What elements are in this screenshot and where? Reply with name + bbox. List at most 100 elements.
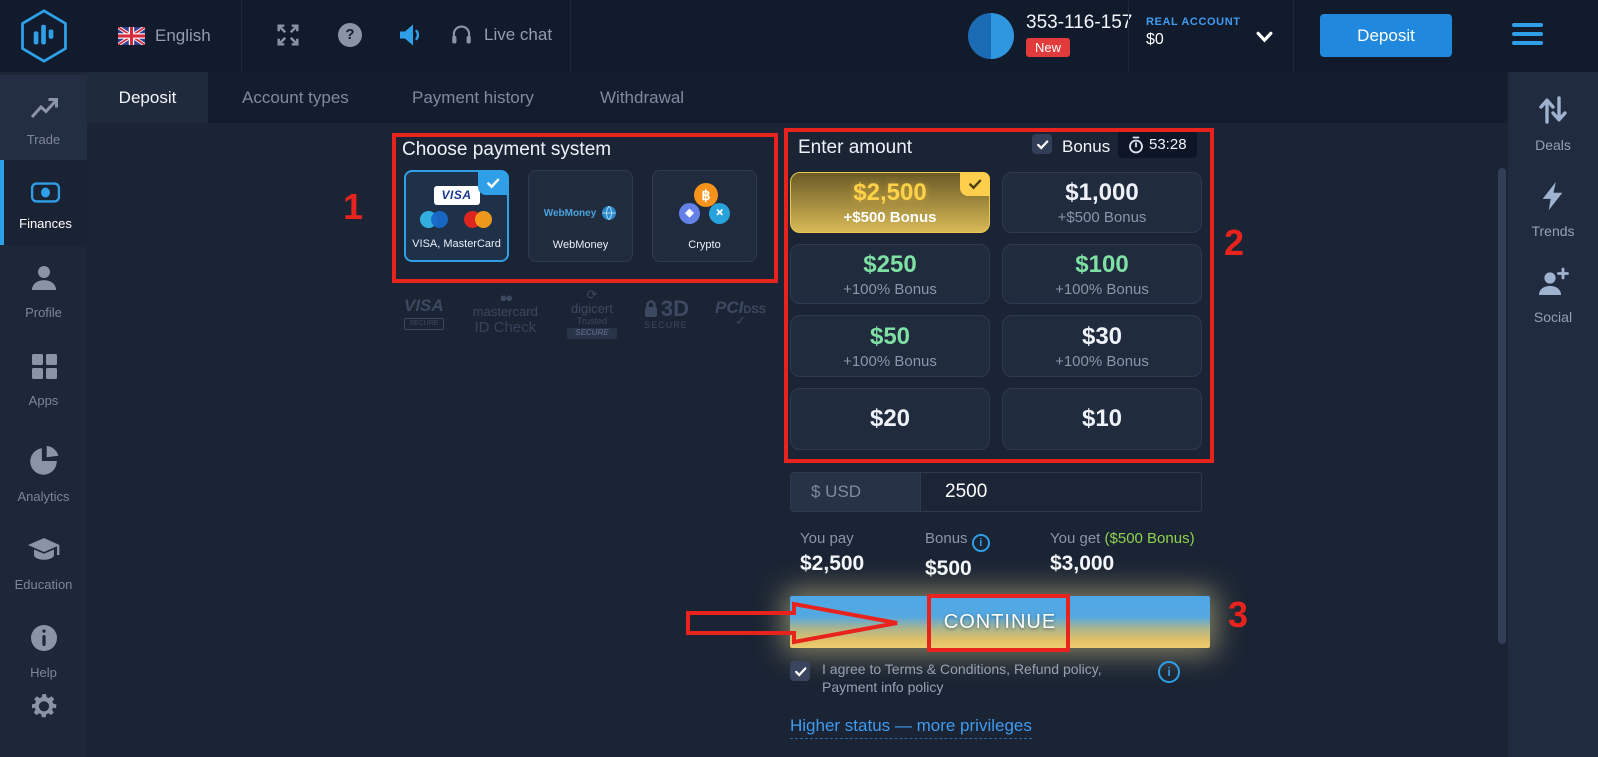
- amount-option-10[interactable]: $10: [1002, 388, 1202, 450]
- topbar-divider: [1293, 0, 1294, 72]
- top-bar: English ? Live chat 353-116-157 New: [0, 0, 1598, 72]
- menu-button[interactable]: [1512, 23, 1543, 45]
- sidebar-item-settings[interactable]: [0, 686, 87, 736]
- speaker-icon: [398, 22, 424, 48]
- amount-option-20[interactable]: $20: [790, 388, 990, 450]
- amount-input[interactable]: [921, 473, 1201, 511]
- deals-arrows-icon: [1536, 94, 1570, 126]
- sidebar-label-social: Social: [1508, 309, 1598, 325]
- amount-options-grid: $2,500 +$500 Bonus $1,000 +$500 Bonus $2…: [790, 172, 1202, 450]
- sidebar-label-deals: Deals: [1508, 137, 1598, 153]
- amount-value: $20: [870, 405, 910, 433]
- amount-bonus: +$500 Bonus: [844, 209, 937, 226]
- payment-method-visa-mastercard[interactable]: VISA VISA, MasterCard: [404, 170, 509, 262]
- annotation-number-1: 1: [343, 186, 363, 228]
- maestro-logo-icon: [420, 211, 450, 228]
- account-balance: $0: [1146, 31, 1241, 49]
- account-type-label: REAL ACCOUNT: [1146, 16, 1241, 28]
- sidebar-label-trends: Trends: [1508, 223, 1598, 239]
- amount-value: $50: [870, 323, 910, 351]
- currency-selector[interactable]: $ USD: [791, 473, 921, 511]
- agree-terms-text: I agree to Terms & Conditions, Refund po…: [822, 660, 1160, 696]
- amount-value: $100: [1075, 251, 1128, 279]
- finances-tab-bar: Deposit Account types Payment history Wi…: [87, 72, 1508, 123]
- sidebar-item-trade[interactable]: Trade: [0, 75, 87, 160]
- mastercard-logo-icon: [464, 211, 494, 228]
- payment-method-label: Crypto: [653, 239, 756, 251]
- sidebar-item-trends[interactable]: Trends: [1508, 180, 1598, 239]
- topbar-divider: [570, 0, 571, 72]
- amount-option-250[interactable]: $250 +100% Bonus: [790, 244, 990, 304]
- bonus-checkbox[interactable]: [1032, 134, 1052, 154]
- digicert-badge: ⟳ digicert Trusted SECURE: [567, 288, 617, 339]
- sidebar-item-help[interactable]: Help: [0, 614, 87, 694]
- payment-method-webmoney[interactable]: WebMoney WebMoney: [528, 170, 633, 262]
- annotation-number-3: 3: [1228, 594, 1248, 636]
- padlock-icon: [643, 299, 659, 319]
- account-id-block[interactable]: 353-116-157 New: [1026, 12, 1132, 57]
- you-pay-label: You pay: [800, 530, 864, 547]
- sidebar-item-analytics[interactable]: Analytics: [0, 438, 87, 518]
- trust-badges: VISA SECURE ●● mastercard ID Check ⟳ dig…: [404, 288, 766, 339]
- amount-option-30[interactable]: $30 +100% Bonus: [1002, 315, 1202, 377]
- amount-option-50[interactable]: $50 +100% Bonus: [790, 315, 990, 377]
- left-sidebar: Trade Finances Profile Apps Analytics: [0, 72, 87, 757]
- help-button[interactable]: ?: [338, 23, 362, 47]
- annotation-arrow-right: [684, 599, 904, 647]
- you-get-label: You get ($500 Bonus): [1050, 530, 1195, 547]
- bonus-column-label: Bonus i: [925, 530, 990, 552]
- live-chat-button[interactable]: Live chat: [448, 21, 552, 49]
- app-logo[interactable]: [16, 8, 72, 69]
- you-get-value: $3,000: [1050, 552, 1195, 576]
- payment-method-crypto[interactable]: ฿ ◆ + Crypto: [652, 170, 757, 262]
- graduation-cap-icon: [26, 536, 62, 566]
- tab-deposit[interactable]: Deposit: [87, 72, 208, 123]
- account-switcher[interactable]: REAL ACCOUNT $0: [1146, 16, 1241, 49]
- sound-button[interactable]: [398, 22, 424, 53]
- bonus-value: $500: [925, 557, 990, 581]
- live-chat-label: Live chat: [484, 25, 552, 45]
- visa-secure-badge: VISA SECURE: [404, 297, 444, 329]
- amount-value: $10: [1082, 405, 1122, 433]
- amount-option-100[interactable]: $100 +100% Bonus: [1002, 244, 1202, 304]
- account-dropdown-toggle[interactable]: [1256, 30, 1273, 48]
- sidebar-item-profile[interactable]: Profile: [0, 256, 87, 336]
- amount-option-2500[interactable]: $2,500 +$500 Bonus: [790, 172, 990, 233]
- bonus-checkbox-label: Bonus: [1062, 137, 1110, 157]
- menu-icon: [1512, 23, 1543, 27]
- bonus-info-icon[interactable]: i: [972, 534, 990, 552]
- tab-payment-history[interactable]: Payment history: [412, 72, 534, 123]
- tab-account-types[interactable]: Account types: [242, 72, 349, 123]
- language-label: English: [155, 26, 211, 46]
- deposit-button[interactable]: Deposit: [1320, 14, 1452, 57]
- agree-checkbox[interactable]: [790, 661, 810, 681]
- you-get-bonus-note: ($500 Bonus): [1105, 530, 1195, 547]
- tab-withdrawal[interactable]: Withdrawal: [600, 72, 684, 123]
- sidebar-item-social[interactable]: Social: [1508, 266, 1598, 325]
- sidebar-label-education: Education: [0, 577, 87, 592]
- checkmark-icon: [794, 666, 807, 677]
- sidebar-item-education[interactable]: Education: [0, 528, 87, 608]
- sidebar-item-finances[interactable]: Finances: [0, 160, 87, 245]
- sidebar-item-deals[interactable]: Deals: [1508, 94, 1598, 153]
- amount-option-1000[interactable]: $1,000 +$500 Bonus: [1002, 172, 1202, 233]
- avatar[interactable]: [968, 13, 1014, 59]
- fullscreen-icon: [275, 22, 301, 48]
- you-pay-block: You pay $2,500: [800, 530, 864, 576]
- content-scrollbar[interactable]: [1498, 168, 1506, 644]
- fullscreen-button[interactable]: [275, 22, 301, 53]
- you-get-block: You get ($500 Bonus) $3,000: [1050, 530, 1195, 576]
- sidebar-label-finances: Finances: [4, 216, 87, 231]
- lightning-icon: [1538, 180, 1568, 212]
- pie-chart-icon: [27, 444, 61, 478]
- ripple-icon: +: [709, 203, 730, 224]
- logo-hexagon-chart-icon: [16, 8, 72, 64]
- language-selector[interactable]: English: [118, 26, 211, 46]
- annotation-number-2: 2: [1224, 222, 1244, 264]
- higher-status-link[interactable]: Higher status — more privileges: [790, 716, 1032, 739]
- terms-info-icon[interactable]: i: [1158, 661, 1180, 683]
- sidebar-item-apps[interactable]: Apps: [0, 344, 87, 424]
- bonus-timer: 53:28: [1118, 131, 1197, 158]
- you-pay-value: $2,500: [800, 552, 864, 576]
- amount-value: $2,500: [853, 179, 926, 207]
